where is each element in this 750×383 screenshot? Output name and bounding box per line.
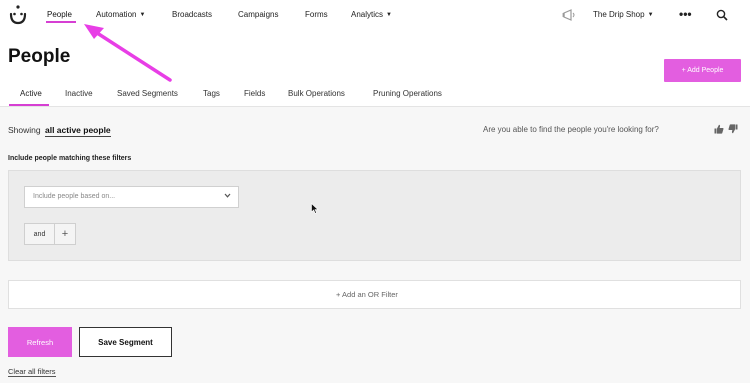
search-icon[interactable] bbox=[716, 9, 728, 21]
showing-segment-dropdown[interactable]: all active people bbox=[44, 125, 111, 137]
chevron-down-icon: ▼ bbox=[386, 12, 392, 18]
nav-automation-label: Automation bbox=[96, 10, 137, 19]
filters-heading: Include people matching these filters bbox=[8, 155, 132, 162]
nav-campaigns[interactable]: Campaigns bbox=[238, 10, 278, 19]
add-people-button[interactable]: + Add People bbox=[664, 59, 741, 82]
more-icon[interactable]: ••• bbox=[679, 7, 692, 21]
tab-active[interactable]: Active bbox=[20, 89, 42, 98]
save-segment-button[interactable]: Save Segment bbox=[79, 327, 172, 357]
tab-active-underline bbox=[9, 104, 49, 106]
mouse-cursor-icon bbox=[311, 203, 319, 214]
tab-inactive[interactable]: Inactive bbox=[65, 89, 93, 98]
and-operator-button[interactable]: and bbox=[24, 223, 55, 245]
filter-group bbox=[8, 170, 741, 261]
tab-bar: Active Inactive Saved Segments Tags Fiel… bbox=[0, 87, 750, 107]
drip-smile-logo-icon[interactable] bbox=[8, 4, 28, 26]
account-switcher[interactable]: The Drip Shop ▼ bbox=[593, 10, 654, 19]
nav-analytics[interactable]: Analytics ▼ bbox=[351, 10, 392, 19]
thumbs-up-icon[interactable] bbox=[714, 124, 724, 134]
annotation-arrow bbox=[84, 24, 172, 82]
filter-criteria-placeholder: Include people based on... bbox=[33, 193, 116, 200]
tab-pruning-operations[interactable]: Pruning Operations bbox=[373, 89, 442, 98]
add-condition-button[interactable]: + bbox=[54, 223, 76, 245]
nav-automation[interactable]: Automation ▼ bbox=[96, 10, 145, 19]
account-name: The Drip Shop bbox=[593, 10, 645, 19]
nav-active-underline bbox=[46, 21, 76, 23]
nav-analytics-label: Analytics bbox=[351, 10, 384, 19]
feedback-question: Are you able to find the people you're l… bbox=[483, 125, 659, 134]
tab-saved-segments[interactable]: Saved Segments bbox=[117, 89, 178, 98]
chevron-down-icon bbox=[224, 193, 231, 198]
nav-broadcasts[interactable]: Broadcasts bbox=[172, 10, 212, 19]
tab-tags[interactable]: Tags bbox=[203, 89, 220, 98]
nav-forms[interactable]: Forms bbox=[305, 10, 328, 19]
megaphone-icon[interactable] bbox=[562, 9, 578, 21]
clear-all-filters-link[interactable]: Clear all filters bbox=[8, 367, 56, 377]
filter-criteria-select[interactable]: Include people based on... bbox=[24, 186, 239, 208]
add-or-filter-label[interactable]: + Add an OR Filter bbox=[336, 290, 398, 299]
chevron-down-icon: ▼ bbox=[647, 12, 654, 18]
showing-summary: Showing all active people bbox=[8, 125, 111, 137]
tab-fields[interactable]: Fields bbox=[244, 89, 265, 98]
page-title: People bbox=[8, 46, 71, 67]
tab-bulk-operations[interactable]: Bulk Operations bbox=[288, 89, 345, 98]
chevron-down-icon: ▼ bbox=[139, 12, 146, 18]
refresh-button[interactable]: Refresh bbox=[8, 327, 72, 357]
showing-prefix: Showing bbox=[8, 125, 41, 135]
nav-people[interactable]: People bbox=[47, 10, 72, 19]
thumbs-down-icon[interactable] bbox=[728, 124, 738, 134]
